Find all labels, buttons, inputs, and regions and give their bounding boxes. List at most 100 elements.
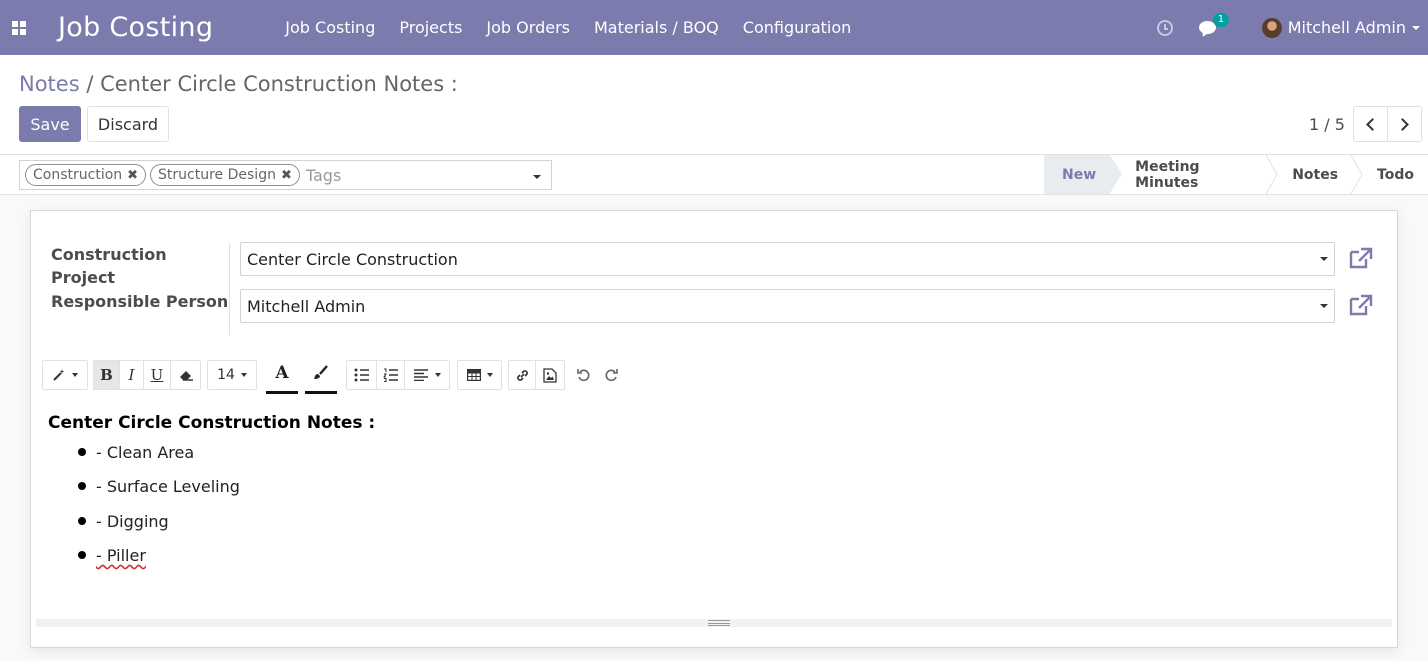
chevron-left-icon bbox=[1366, 117, 1379, 131]
tags-field[interactable]: Construction ✖ Structure Design ✖ Tags bbox=[19, 160, 552, 190]
magic-wand-button[interactable] bbox=[43, 361, 87, 389]
external-link-icon[interactable] bbox=[1349, 247, 1373, 269]
user-avatar[interactable] bbox=[1261, 17, 1282, 38]
save-button[interactable]: Save bbox=[19, 106, 81, 142]
bullet-list-button[interactable] bbox=[347, 361, 377, 389]
note-heading: Center Circle Construction Notes : bbox=[48, 413, 376, 433]
menu-configuration[interactable]: Configuration bbox=[743, 18, 852, 37]
paragraph-group bbox=[346, 360, 450, 390]
activity-clock-icon[interactable] bbox=[1156, 19, 1173, 36]
external-link-icon[interactable] bbox=[1349, 294, 1373, 316]
user-menu-caret-icon[interactable] bbox=[1412, 25, 1420, 30]
insert-link-button[interactable] bbox=[509, 361, 536, 389]
responsible-select-value: Mitchell Admin bbox=[247, 296, 366, 316]
remove-tag-icon[interactable]: ✖ bbox=[281, 168, 292, 183]
form-sheet: Construction Project Responsible Person … bbox=[30, 210, 1398, 648]
pager-value[interactable]: 1 / 5 bbox=[1309, 115, 1345, 134]
note-editor[interactable]: Center Circle Construction Notes : - Cle… bbox=[48, 413, 1378, 580]
chevron-right-icon bbox=[1396, 117, 1409, 131]
underline-button[interactable]: U bbox=[144, 361, 171, 389]
bullet-icon bbox=[78, 482, 86, 491]
insert-group bbox=[508, 360, 565, 390]
bullet-icon bbox=[78, 550, 86, 559]
numbered-list-button[interactable] bbox=[377, 361, 405, 389]
project-select[interactable]: Center Circle Construction bbox=[240, 242, 1335, 276]
list-item: - Piller bbox=[78, 546, 1378, 580]
tags-dropdown-caret-icon[interactable] bbox=[533, 175, 541, 179]
eraser-button[interactable] bbox=[171, 361, 200, 389]
responsible-select[interactable]: Mitchell Admin bbox=[240, 289, 1335, 323]
background-color-button[interactable] bbox=[305, 354, 337, 394]
project-field-label: Construction Project bbox=[51, 245, 167, 287]
bullet-list-icon bbox=[354, 368, 369, 382]
dropdown-caret-icon bbox=[1320, 304, 1328, 308]
breadcrumb-notes-link[interactable]: Notes bbox=[19, 72, 80, 96]
stage-todo[interactable]: Todo bbox=[1352, 155, 1428, 194]
main-navbar: Job Costing Job Costing Projects Job Ord… bbox=[0, 0, 1428, 55]
menu-job-costing[interactable]: Job Costing bbox=[285, 18, 375, 37]
menu-projects[interactable]: Projects bbox=[399, 18, 462, 37]
pager-previous-button[interactable] bbox=[1353, 106, 1388, 142]
caret-down-icon bbox=[434, 373, 441, 377]
list-item-text: - Surface Leveling bbox=[96, 477, 240, 497]
remove-tag-icon[interactable]: ✖ bbox=[127, 168, 138, 183]
breadcrumb: Notes / Center Circle Construction Notes… bbox=[19, 72, 458, 96]
link-icon bbox=[516, 369, 528, 381]
undo-button[interactable] bbox=[571, 360, 597, 390]
menu-job-orders[interactable]: Job Orders bbox=[486, 18, 570, 37]
list-item-text: - Digging bbox=[96, 511, 169, 531]
resize-grip-icon[interactable] bbox=[708, 620, 730, 626]
font-color-button[interactable]: A bbox=[266, 354, 298, 394]
caret-down-icon bbox=[486, 373, 493, 377]
user-menu-name[interactable]: Mitchell Admin bbox=[1288, 18, 1406, 37]
list-item-text: - Piller bbox=[96, 545, 146, 565]
redo-icon bbox=[605, 369, 618, 382]
redo-button[interactable] bbox=[598, 360, 624, 390]
font-size-dropdown[interactable]: 14 bbox=[207, 360, 257, 390]
bullet-icon bbox=[78, 448, 86, 456]
form-statusbar: Construction ✖ Structure Design ✖ Tags New… bbox=[0, 155, 1428, 195]
caret-down-icon bbox=[240, 373, 247, 377]
list-item: - Clean Area bbox=[78, 443, 1378, 477]
app-brand[interactable]: Job Costing bbox=[58, 12, 213, 43]
image-file-icon bbox=[543, 367, 557, 383]
caret-down-icon bbox=[72, 373, 78, 377]
responsible-field-label: Responsible Person bbox=[51, 292, 229, 311]
font-style-group: B I U bbox=[93, 360, 201, 390]
insert-image-button[interactable] bbox=[536, 361, 564, 389]
stage-new[interactable]: New bbox=[1044, 155, 1123, 194]
paint-brush-icon bbox=[314, 364, 328, 379]
label-divider bbox=[229, 243, 230, 335]
align-left-icon bbox=[413, 369, 428, 381]
tag-label: Construction bbox=[33, 167, 123, 183]
menu-materials-boq[interactable]: Materials / BOQ bbox=[594, 18, 719, 37]
breadcrumb-current: Center Circle Construction Notes : bbox=[100, 72, 458, 96]
list-item: - Surface Leveling bbox=[78, 477, 1378, 511]
style-dropdown[interactable] bbox=[42, 360, 88, 390]
table-button[interactable] bbox=[458, 361, 501, 389]
stage-label: Meeting Minutes bbox=[1135, 158, 1200, 191]
tags-input[interactable]: Tags bbox=[306, 166, 341, 185]
eraser-icon bbox=[179, 371, 193, 381]
tag-structure-design: Structure Design ✖ bbox=[150, 164, 300, 186]
chat-count-badge: 1 bbox=[1212, 13, 1230, 27]
table-dropdown[interactable] bbox=[457, 360, 502, 390]
stage-notes[interactable]: Notes bbox=[1267, 155, 1363, 194]
apps-menu-icon[interactable] bbox=[0, 0, 38, 55]
bullet-icon bbox=[78, 516, 86, 525]
align-dropdown-button[interactable] bbox=[405, 361, 449, 389]
messaging-menu[interactable]: 1 bbox=[1198, 13, 1230, 34]
note-bullet-list: - Clean Area - Surface Leveling - Diggin… bbox=[78, 443, 1378, 580]
pager-next-button[interactable] bbox=[1387, 106, 1422, 142]
dropdown-caret-icon bbox=[1320, 257, 1328, 261]
editor-resize-bar[interactable] bbox=[36, 619, 1392, 627]
italic-button[interactable]: I bbox=[120, 361, 144, 389]
discard-button[interactable]: Discard bbox=[87, 106, 169, 142]
project-select-value: Center Circle Construction bbox=[247, 249, 458, 269]
tag-label: Structure Design bbox=[158, 167, 276, 183]
bold-button[interactable]: B bbox=[94, 361, 120, 389]
font-size-button[interactable]: 14 bbox=[208, 361, 256, 389]
list-item-text: - Clean Area bbox=[96, 443, 195, 462]
font-size-value: 14 bbox=[217, 367, 235, 383]
stage-meeting-minutes[interactable]: Meeting Minutes bbox=[1110, 155, 1278, 194]
